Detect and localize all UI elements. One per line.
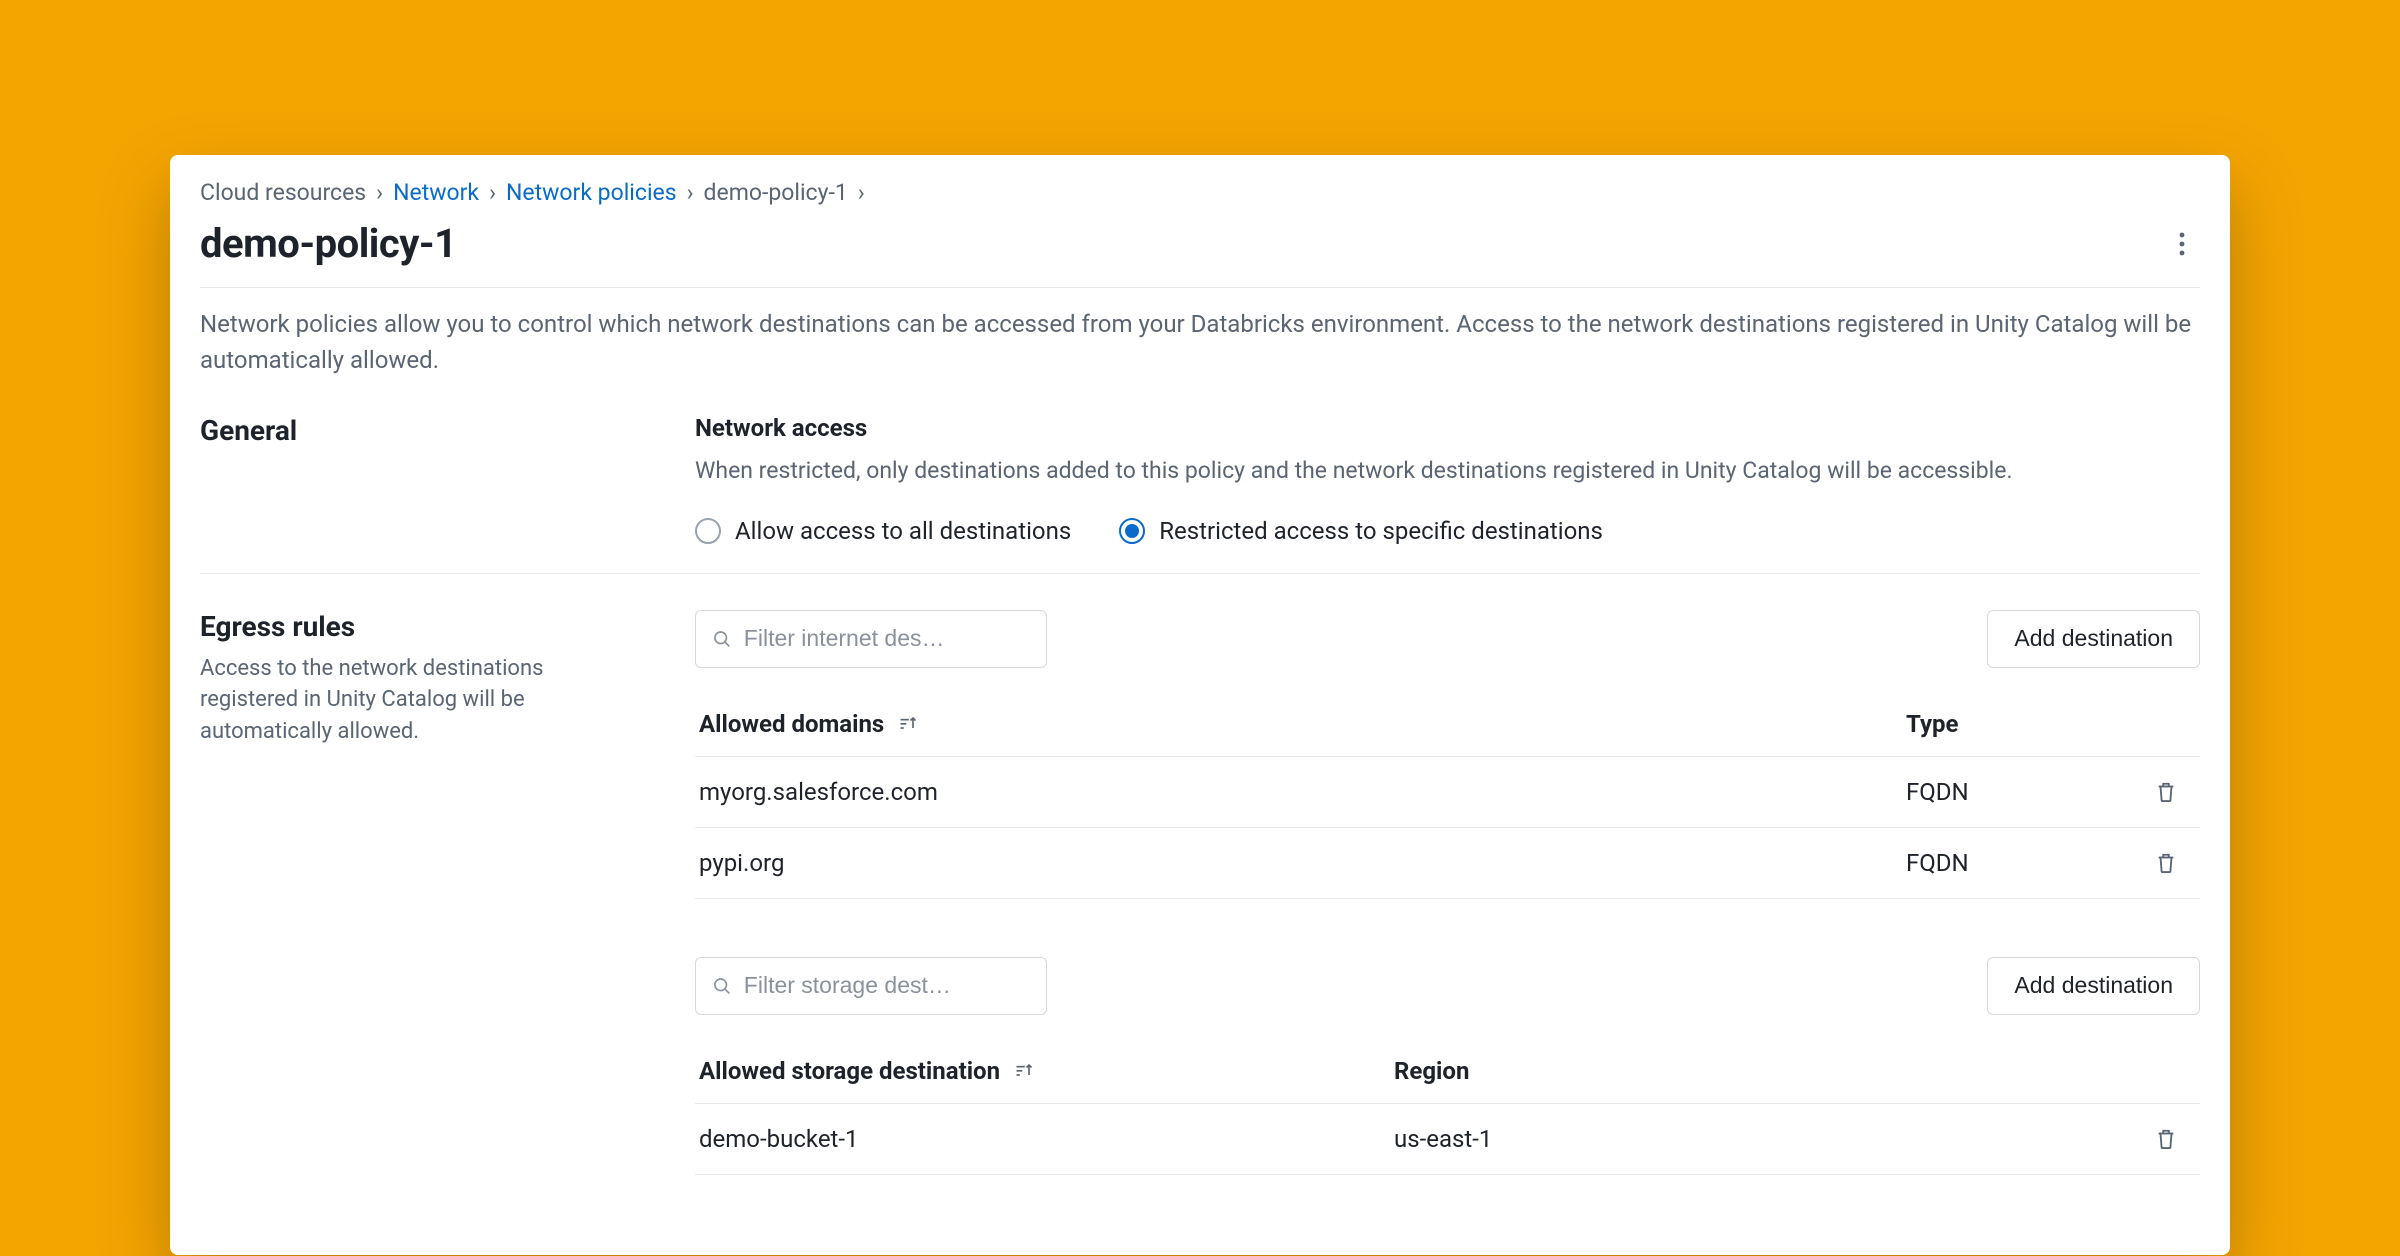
domain-cell: pypi.org [699, 849, 1906, 877]
sort-icon [1014, 1061, 1034, 1079]
filter-domains-field[interactable] [695, 610, 1047, 668]
chevron-right-icon: › [376, 179, 383, 206]
section-heading-general: General [200, 414, 695, 447]
delete-row-button[interactable] [2149, 846, 2183, 880]
breadcrumb-item-cloud-resources[interactable]: Cloud resources [200, 179, 366, 206]
egress-subtext: Access to the network destinations regis… [200, 653, 620, 749]
filter-storage-input[interactable] [744, 972, 1030, 999]
radio-restricted[interactable]: Restricted access to specific destinatio… [1119, 517, 1603, 545]
radio-icon [695, 518, 721, 544]
breadcrumb-item-network[interactable]: Network [393, 179, 479, 206]
radio-allow-all-label: Allow access to all destinations [735, 517, 1071, 545]
table-row: demo-bucket-1 us-east-1 [695, 1104, 2200, 1175]
table-row: pypi.org FQDN [695, 828, 2200, 899]
section-egress-rules: Egress rules Access to the network desti… [200, 610, 2200, 1203]
table-row: myorg.salesforce.com FQDN [695, 757, 2200, 828]
filter-domains-input[interactable] [744, 625, 1030, 652]
col-header-type[interactable]: Type [1906, 710, 2136, 738]
domains-toolbar: Add destination [695, 610, 2200, 668]
page-title: demo-policy-1 [200, 220, 457, 267]
sort-icon [898, 714, 918, 732]
chevron-right-icon: › [687, 179, 694, 206]
page-description: Network policies allow you to control wh… [200, 306, 2200, 378]
breadcrumb-item-current: demo-policy-1 [704, 179, 848, 206]
chevron-right-icon: › [858, 179, 865, 206]
breadcrumb: Cloud resources › Network › Network poli… [200, 179, 2200, 206]
trash-icon [2155, 1127, 2177, 1151]
radio-icon [1119, 518, 1145, 544]
col-header-region[interactable]: Region [1394, 1057, 2136, 1085]
delete-row-button[interactable] [2149, 1122, 2183, 1156]
add-storage-destination-button[interactable]: Add destination [1987, 957, 2200, 1015]
allowed-storage-table: Allowed storage destination Region [695, 1039, 2200, 1175]
network-access-help: When restricted, only destinations added… [695, 454, 2200, 489]
section-general: General Network access When restricted, … [200, 414, 2200, 574]
storage-name-cell: demo-bucket-1 [699, 1125, 1394, 1153]
col-header-allowed-domains-label: Allowed domains [699, 710, 884, 738]
policy-detail-window: Cloud resources › Network › Network poli… [170, 155, 2230, 1255]
search-icon [712, 975, 732, 997]
delete-row-button[interactable] [2149, 775, 2183, 809]
col-header-allowed-domains[interactable]: Allowed domains [699, 710, 1906, 738]
radio-allow-all[interactable]: Allow access to all destinations [695, 517, 1071, 545]
trash-icon [2155, 780, 2177, 804]
search-icon [712, 628, 732, 650]
chevron-right-icon: › [489, 179, 496, 206]
page-title-row: demo-policy-1 [200, 220, 2200, 288]
domain-cell: myorg.salesforce.com [699, 778, 1906, 806]
type-cell: FQDN [1906, 778, 2136, 806]
filter-storage-field[interactable] [695, 957, 1047, 1015]
breadcrumb-item-network-policies[interactable]: Network policies [506, 179, 677, 206]
radio-restricted-label: Restricted access to specific destinatio… [1159, 517, 1603, 545]
network-access-radio-group: Allow access to all destinations Restric… [695, 517, 2200, 545]
region-cell: us-east-1 [1394, 1125, 2136, 1153]
add-domain-destination-button[interactable]: Add destination [1987, 610, 2200, 668]
table-header: Allowed storage destination Region [695, 1039, 2200, 1104]
trash-icon [2155, 851, 2177, 875]
more-actions-button[interactable] [2164, 226, 2200, 262]
type-cell: FQDN [1906, 849, 2136, 877]
kebab-icon [2179, 232, 2185, 256]
network-access-title: Network access [695, 414, 2200, 442]
allowed-domains-table: Allowed domains Type [695, 692, 2200, 899]
storage-toolbar: Add destination [695, 957, 2200, 1015]
col-header-allowed-storage[interactable]: Allowed storage destination [699, 1057, 1394, 1085]
table-header: Allowed domains Type [695, 692, 2200, 757]
col-header-allowed-storage-label: Allowed storage destination [699, 1057, 1000, 1085]
section-heading-egress: Egress rules [200, 610, 695, 643]
